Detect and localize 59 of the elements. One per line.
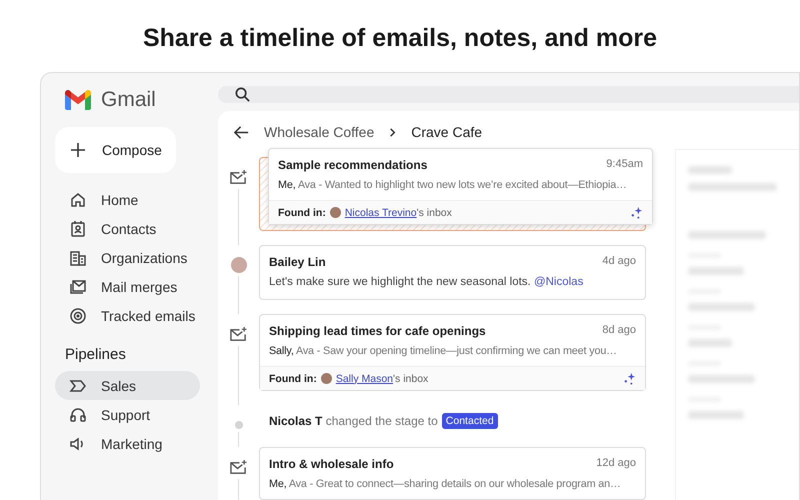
sparkle-envelope-icon (229, 459, 248, 476)
avatar (320, 373, 332, 384)
stage-badge: Contacted (442, 413, 498, 429)
email-time: 8d ago (602, 324, 636, 338)
nav-item[interactable]: Mail merges (55, 272, 200, 301)
stage-change-text: Nicolas T changed the stage to (269, 414, 438, 428)
gmail-logo-icon (65, 90, 91, 110)
sparkle-envelope-icon (229, 326, 248, 343)
nav-item[interactable]: Home (55, 185, 200, 214)
email-time: 12d ago (596, 457, 636, 471)
section-title: Pipelines (64, 345, 127, 365)
found-in-text: Sally Mason's inbox (336, 372, 428, 384)
email-snippet: Me, Ava - Great to connect—sharing details on our wholesale program an… (268, 477, 622, 492)
sparkle-icon[interactable] (623, 372, 636, 385)
timeline-dot (234, 421, 242, 429)
found-in-label: Found in: (278, 206, 326, 218)
pipeline-item[interactable]: Support (55, 400, 200, 429)
back-arrow-icon[interactable] (233, 124, 250, 140)
contact-card-icon (69, 220, 87, 238)
nav-item[interactable]: Tracked emails (55, 301, 200, 330)
headset-icon (69, 406, 87, 424)
email-card[interactable]: Sample recommendations 9:45am Me, Ava - Wanted to highlight two new lots we’re excited about—Ethiopia… Found in: Nicolas Trevino's inbox (268, 148, 653, 225)
email-subject: Intro & wholesale info (269, 457, 394, 471)
avatar (330, 207, 341, 218)
email-snippet: Me, Ava - Wanted to highlight two new lots we’re excited about—Ethiopia… (277, 178, 628, 193)
note-text: Let's make sure we highlight the new seasonal lots. @Nicolas (268, 275, 584, 290)
note-time: 4d ago (602, 255, 636, 269)
nav-item[interactable]: Organizations (55, 243, 200, 272)
mention-link[interactable]: @Nicolas (534, 276, 584, 288)
breadcrumb-item: Crave Cafe (411, 124, 482, 140)
found-in-text: Nicolas Trevino's inbox (344, 206, 452, 218)
email-subject: Sample recommendations (278, 158, 428, 172)
envelope-stack-icon (69, 278, 87, 296)
plus-icon (70, 142, 86, 158)
found-in-label: Found in: (269, 372, 317, 384)
search-field[interactable] (218, 86, 799, 103)
building-icon (69, 248, 87, 266)
pipeline-item[interactable]: Sales (55, 371, 200, 400)
breadcrumb-item[interactable]: Wholesale Coffee (264, 124, 374, 140)
home-icon (69, 190, 87, 208)
compose-button[interactable]: Compose (55, 127, 176, 173)
chevron-right-icon (388, 128, 398, 136)
avatar (230, 257, 246, 273)
headline: Share a timeline of emails, notes, and more (142, 23, 658, 54)
nav-item[interactable]: Contacts (55, 214, 200, 243)
person-link[interactable]: Sally Mason (336, 372, 394, 384)
pipeline-item[interactable]: Marketing (55, 429, 200, 458)
sparkle-envelope-icon (229, 169, 248, 186)
email-subject: Shipping lead times for cafe openings (269, 324, 486, 338)
search-icon (234, 86, 251, 103)
email-time: 9:45am (606, 158, 643, 172)
email-card[interactable]: Shipping lead times for cafe openings 8d ago Sally, Ava - Saw your opening timeline—just confirming we can meet you… Found in: Sally Mason's inbox (259, 314, 646, 391)
note-author: Bailey Lin (269, 255, 326, 269)
email-card[interactable]: Intro & wholesale info 12d ago Me, Ava - Great to connect—sharing details on our wholesale program an… (259, 447, 646, 500)
sparkle-icon[interactable] (630, 206, 643, 219)
target-icon (69, 306, 87, 324)
email-snippet: Sally, Ava - Saw your opening timeline—just confirming we can meet you… (268, 344, 618, 359)
person-link[interactable]: Nicolas Trevino (344, 206, 417, 218)
app-name: Gmail (101, 88, 156, 112)
